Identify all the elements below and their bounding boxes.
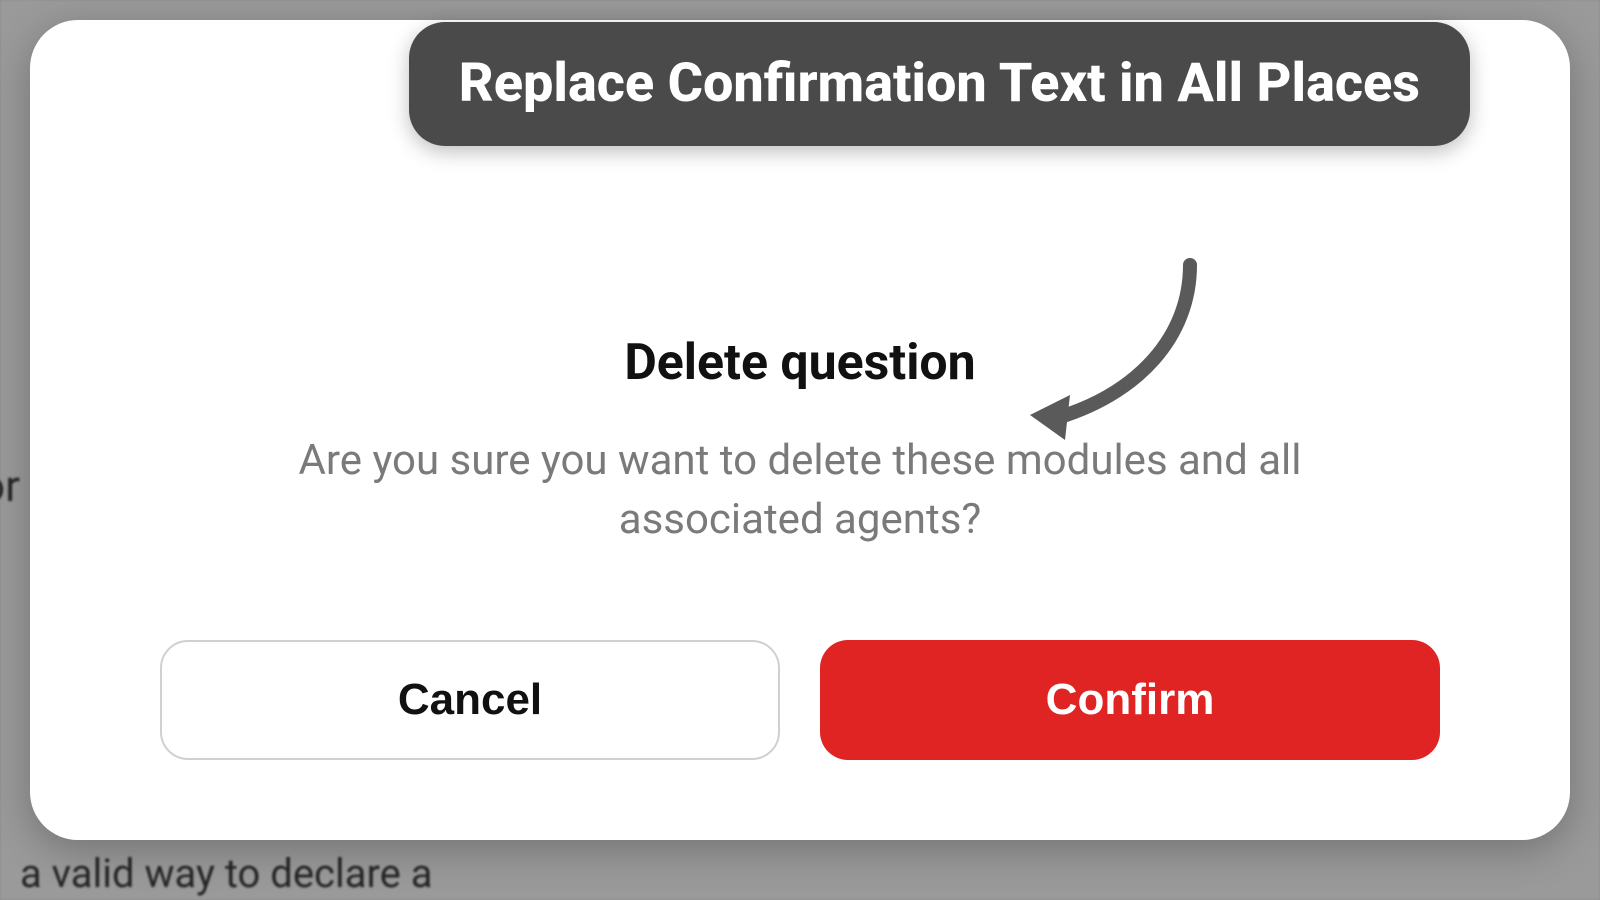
modal-button-row: Cancel Confirm: [130, 640, 1470, 760]
annotation-arrow-icon: [1010, 255, 1230, 455]
modal-title: Delete question: [624, 334, 975, 392]
annotation-callout: Replace Confirmation Text in All Places: [409, 22, 1470, 146]
confirm-button[interactable]: Confirm: [820, 640, 1440, 760]
cancel-button[interactable]: Cancel: [160, 640, 780, 760]
background-text: a valid way to declare a: [20, 850, 1600, 897]
